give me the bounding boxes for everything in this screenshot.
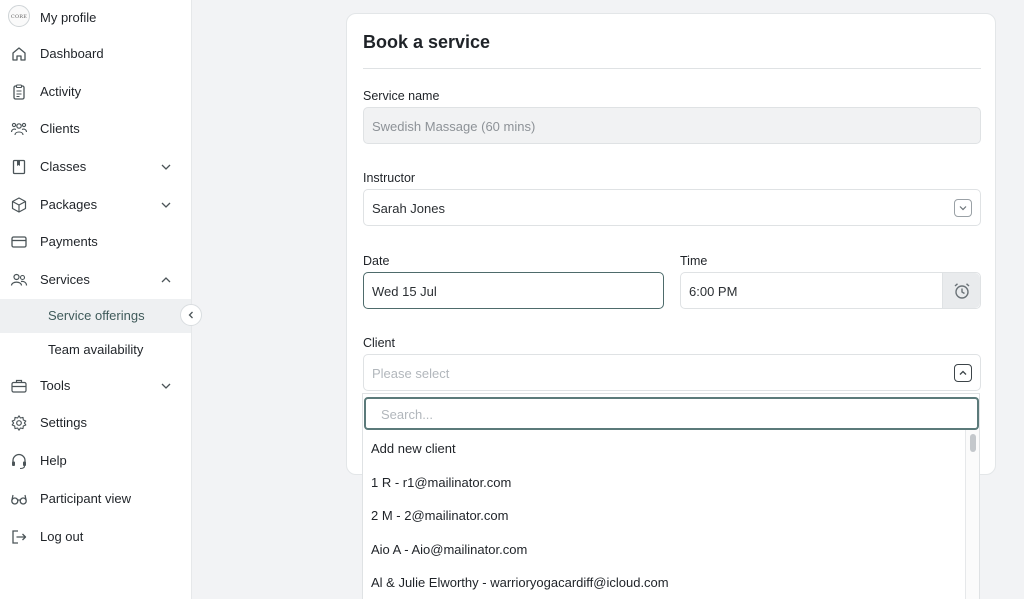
avatar: CORE <box>8 5 30 27</box>
sidebar-item-label: Payments <box>40 234 98 249</box>
sidebar-item-classes[interactable]: Classes <box>0 149 191 185</box>
client-select[interactable]: Please select <box>363 354 981 391</box>
sidebar-item-label: Participant view <box>40 491 132 506</box>
sidebar-item-label: Clients <box>40 121 80 136</box>
page-title: Book a service <box>363 32 491 52</box>
sidebar-item-label: My profile <box>40 10 97 25</box>
time-field[interactable]: 6:00 PM <box>680 272 981 309</box>
sidebar-item-log-out[interactable]: Log out <box>0 519 191 555</box>
dropdown-option[interactable]: Aio A - Aio@mailinator.com <box>371 542 527 557</box>
service-name-value: Swedish Massage (60 mins) <box>372 119 536 134</box>
sidebar-item-tools[interactable]: Tools <box>0 368 191 404</box>
headset-icon <box>12 453 26 470</box>
card-icon <box>11 236 27 248</box>
client-dropdown: Search... Add new client 1 R - r1@mailin… <box>362 393 980 599</box>
sidebar-item-label: Help <box>40 453 67 468</box>
chevron-down-icon[interactable] <box>160 161 172 173</box>
sidebar-item-participant-view[interactable]: Participant view <box>0 481 191 517</box>
dropdown-option-add-new-client[interactable]: Add new client <box>371 441 456 456</box>
scrollbar-thumb[interactable] <box>970 434 976 452</box>
client-placeholder: Please select <box>372 366 450 381</box>
sidebar-item-label: Settings <box>40 415 87 430</box>
chevron-down-icon[interactable] <box>160 199 172 211</box>
logout-icon <box>12 530 27 544</box>
time-picker-button[interactable] <box>942 273 980 308</box>
glasses-icon <box>11 494 27 505</box>
sidebar-subitem-service-offerings[interactable]: Service offerings <box>0 299 191 333</box>
instructor-value: Sarah Jones <box>372 201 445 216</box>
book-icon <box>12 159 26 175</box>
instructor-label: Instructor <box>363 171 416 185</box>
sidebar-subitem-label: Team availability <box>48 342 144 357</box>
dropdown-option[interactable]: Al & Julie Elworthy - warrioryogacardiff… <box>371 575 669 590</box>
box-icon <box>11 197 27 213</box>
client-search-input[interactable]: Search... <box>364 397 979 430</box>
dropdown-option[interactable]: 2 M - 2@mailinator.com <box>371 508 508 523</box>
service-name-label: Service name <box>363 89 440 103</box>
time-value: 6:00 PM <box>689 284 738 299</box>
sidebar-item-help[interactable]: Help <box>0 443 191 479</box>
chevron-left-icon <box>188 311 193 319</box>
instructor-select[interactable]: Sarah Jones <box>363 189 981 226</box>
sidebar-item-label: Tools <box>40 378 71 393</box>
sidebar-subitem-team-availability[interactable]: Team availability <box>0 333 191 367</box>
sidebar-item-label: Services <box>40 272 90 287</box>
briefcase-icon <box>11 379 27 393</box>
home-icon <box>12 47 26 61</box>
chevron-up-icon[interactable] <box>954 364 972 382</box>
chevron-up-icon[interactable] <box>160 274 172 286</box>
sidebar-subitem-label: Service offerings <box>48 308 145 323</box>
date-value: Wed 15 Jul <box>372 284 437 299</box>
date-field[interactable]: Wed 15 Jul <box>363 272 664 309</box>
sidebar-item-label: Classes <box>40 159 87 174</box>
client-label: Client <box>363 336 395 350</box>
sidebar-item-label: Activity <box>40 84 82 99</box>
time-label: Time <box>680 254 708 268</box>
chevron-down-icon[interactable] <box>954 199 972 217</box>
sidebar-item-activity[interactable]: Activity <box>0 74 191 110</box>
sidebar-item-settings[interactable]: Settings <box>0 405 191 441</box>
sidebar-item-packages[interactable]: Packages <box>0 187 191 223</box>
date-label: Date <box>363 254 390 268</box>
sidebar-item-clients[interactable]: Clients <box>0 111 191 147</box>
sidebar-item-payments[interactable]: Payments <box>0 224 191 260</box>
sidebar-item-label: Packages <box>40 197 98 212</box>
dropdown-option[interactable]: 1 R - r1@mailinator.com <box>371 475 511 490</box>
sidebar-item-my-profile[interactable]: CORE My profile <box>0 0 191 36</box>
clipboard-icon <box>13 84 25 100</box>
sidebar-item-label: Dashboard <box>40 46 104 61</box>
alarm-clock-icon <box>954 282 969 299</box>
gear-icon <box>11 415 27 431</box>
users-group-icon <box>10 122 28 136</box>
sidebar-item-label: Log out <box>40 529 84 544</box>
sidebar-collapse-button[interactable] <box>180 304 202 326</box>
sidebar: CORE My profile Dashboard Activity Clien… <box>0 0 191 599</box>
service-name-field: Swedish Massage (60 mins) <box>363 107 981 144</box>
chevron-down-icon[interactable] <box>160 380 172 392</box>
sidebar-item-dashboard[interactable]: Dashboard <box>0 36 191 72</box>
divider <box>363 68 981 69</box>
dropdown-scrollbar[interactable] <box>965 430 979 599</box>
sidebar-item-services[interactable]: Services <box>0 262 191 298</box>
people-icon <box>10 273 28 286</box>
search-placeholder: Search... <box>381 407 434 422</box>
